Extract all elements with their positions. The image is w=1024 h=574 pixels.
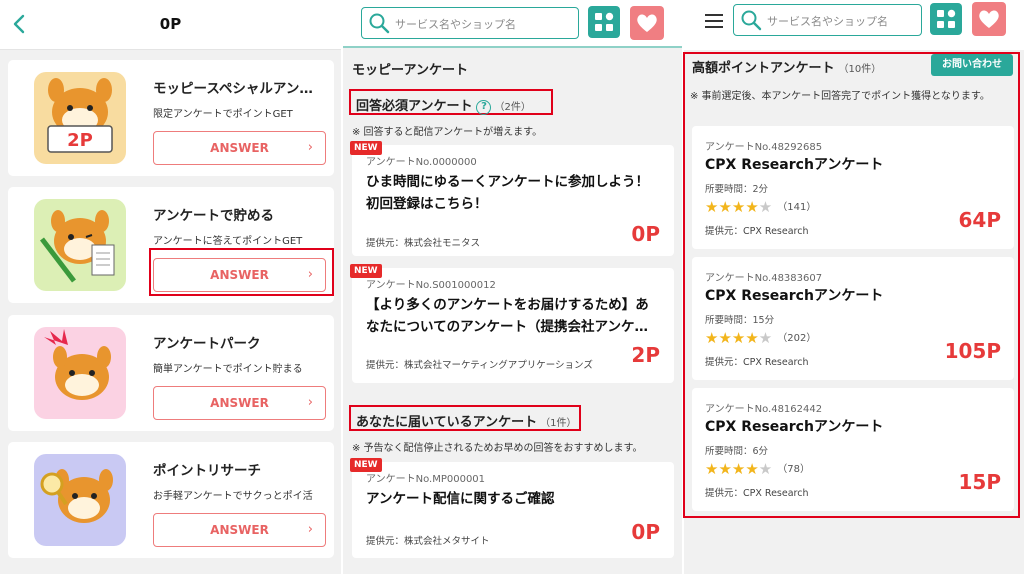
moppy-survey-panel: サービス名やショップ名 モッピーアンケート 回答必須アンケート? （2件） ※ 回… xyxy=(343,0,682,574)
survey-points: 2P xyxy=(631,343,660,367)
squirrel-mascot-icon: 2P xyxy=(34,72,126,164)
survey-number: アンケートNo.0000000 xyxy=(366,157,477,168)
answer-button[interactable]: ANSWER › xyxy=(153,513,326,547)
required-survey-header: 回答必須アンケート? （2件） xyxy=(349,89,553,115)
chevron-right-icon: › xyxy=(307,522,313,537)
squirrel-surprised-icon xyxy=(34,327,126,419)
card-title: ポイントリサーチ xyxy=(153,463,261,479)
chevron-right-icon: › xyxy=(307,140,313,155)
survey-list-panel: 0P 2P モッピースペシャルアンケート 限定アンケートでポイントGET ANS… xyxy=(0,0,341,574)
answer-label: ANSWER xyxy=(210,396,269,410)
answer-button[interactable]: ANSWER › xyxy=(153,258,326,292)
card-desc: 限定アンケートでポイントGET xyxy=(153,109,293,120)
delivered-count: （1件） xyxy=(540,418,577,429)
heart-icon xyxy=(637,14,657,32)
survey-card-park: アンケートパーク 簡単アンケートでポイント貯まる ANSWER › xyxy=(8,315,334,431)
survey-item[interactable]: NEW アンケートNo.MP000001 アンケート配信に関するご確認 提供元：… xyxy=(350,458,674,558)
answer-button[interactable]: ANSWER › xyxy=(153,131,326,165)
answer-label: ANSWER xyxy=(210,523,269,537)
survey-title: 【より多くのアンケートをお届けするため】あなたについてのアンケート（提携会社アン… xyxy=(366,297,649,335)
thumb-2p-label: 2P xyxy=(67,130,93,151)
category-grid-button[interactable] xyxy=(930,3,962,35)
card-title: アンケートパーク xyxy=(153,336,261,352)
grid-icon xyxy=(595,12,614,31)
chevron-right-icon: › xyxy=(307,395,313,410)
menu-icon[interactable] xyxy=(702,9,726,33)
survey-provider: 提供元：株式会社モニタス xyxy=(366,238,481,249)
survey-card-save: アンケートで貯める アンケートに答えてポイントGET ANSWER › xyxy=(8,187,334,303)
survey-provider: 提供元：株式会社メタサイト xyxy=(366,536,490,547)
required-label: 回答必須アンケート xyxy=(356,99,473,114)
favorites-button[interactable] xyxy=(630,6,664,40)
required-note: ※ 回答すると配信アンケートが増えます。 xyxy=(352,127,543,138)
delivered-label: あなたに届いているアンケート xyxy=(356,415,538,430)
search-icon xyxy=(741,10,762,31)
search-icon xyxy=(369,13,390,34)
answer-label: ANSWER xyxy=(210,268,269,282)
survey-title: ひま時間にゆるーくアンケートに参加しよう！初回登録はこちら！ xyxy=(366,174,649,212)
search-placeholder: サービス名やショップ名 xyxy=(395,18,516,31)
help-icon[interactable]: ? xyxy=(476,100,492,115)
squirrel-writing-icon xyxy=(34,199,126,291)
search-bar: サービス名やショップ名 xyxy=(343,0,682,46)
header-divider xyxy=(343,46,682,48)
card-desc: 簡単アンケートでポイント貯まる xyxy=(153,364,303,375)
search-input[interactable]: サービス名やショップ名 xyxy=(733,4,922,36)
squirrel-magnifier-icon xyxy=(34,454,126,546)
card-title: アンケートで貯める xyxy=(153,208,274,224)
survey-item[interactable]: NEW アンケートNo.0000000 ひま時間にゆるーくアンケートに参加しよう… xyxy=(350,141,674,256)
survey-item[interactable]: NEW アンケートNo.S001000012 【より多くのアンケートをお届けする… xyxy=(350,264,674,383)
card-desc: アンケートに答えてポイントGET xyxy=(153,236,303,247)
search-bar: サービス名やショップ名 xyxy=(684,0,1024,50)
header: 0P xyxy=(0,0,341,50)
survey-card-research: ポイントリサーチ お手軽アンケートでサクっとポイ活 ANSWER › xyxy=(8,442,334,558)
heart-icon xyxy=(979,10,999,28)
survey-number: アンケートNo.S001000012 xyxy=(366,280,496,291)
survey-points: 0P xyxy=(631,222,660,246)
survey-provider: 提供元：株式会社マーケティングアプリケーションズ xyxy=(366,360,593,371)
survey-title: アンケート配信に関するご確認 xyxy=(366,491,555,507)
delivered-survey-header: あなたに届いているアンケート （1件） xyxy=(349,405,581,431)
search-placeholder: サービス名やショップ名 xyxy=(767,15,888,28)
card-desc: お手軽アンケートでサクっとポイ活 xyxy=(153,491,313,502)
highlight-frame xyxy=(683,52,1020,518)
favorites-button[interactable] xyxy=(972,2,1006,36)
grid-icon xyxy=(937,9,956,28)
answer-label: ANSWER xyxy=(210,141,269,155)
chevron-right-icon: › xyxy=(307,267,313,282)
answer-button[interactable]: ANSWER › xyxy=(153,386,326,420)
point-balance: 0P xyxy=(159,15,182,33)
section-title: モッピーアンケート xyxy=(352,63,468,78)
survey-points: 0P xyxy=(631,520,660,544)
card-title: モッピースペシャルアンケート xyxy=(153,81,325,97)
search-input[interactable]: サービス名やショップ名 xyxy=(361,7,579,39)
delivered-note: ※ 予告なく配信停止されるためお早めの回答をおすすめします。 xyxy=(352,443,643,454)
required-count: （2件） xyxy=(494,102,531,113)
category-grid-button[interactable] xyxy=(588,6,620,38)
survey-card-special: 2P モッピースペシャルアンケート 限定アンケートでポイントGET ANSWER… xyxy=(8,60,334,176)
survey-number: アンケートNo.MP000001 xyxy=(366,474,486,485)
